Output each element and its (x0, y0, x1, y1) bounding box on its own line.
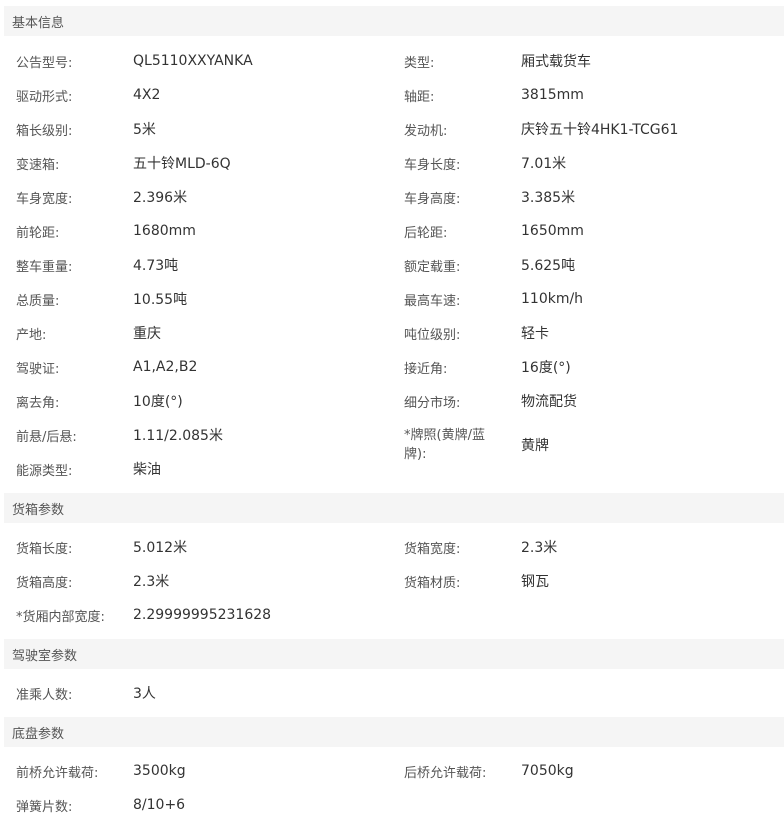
spec-label: 驱动形式: (16, 89, 73, 105)
spec-label: 准乘人数: (16, 687, 73, 703)
spec-value: 5.012米 (133, 540, 188, 556)
spec-value: 1680mm (133, 223, 196, 239)
spec-value: 4.73吨 (133, 258, 179, 274)
spec-row: 离去角: 10度(°) 细分市场: 物流配货 (0, 384, 784, 418)
spec-label: 离去角: (16, 395, 60, 411)
spec-value: 8/10+6 (133, 797, 186, 813)
spec-value: 2.3米 (133, 574, 170, 590)
spec-value: 10.55吨 (133, 292, 188, 308)
spec-row: 能源类型: 柴油 (0, 452, 784, 486)
spec-row: 货箱高度: 2.3米 货箱材质: 钢瓦 (0, 564, 784, 598)
spec-label: 后桥允许载荷: (404, 765, 487, 781)
spec-label: 发动机: (404, 123, 448, 139)
spec-label: 细分市场: (404, 395, 461, 411)
spec-label: 弹簧片数: (16, 799, 73, 815)
spec-value: 2.396米 (133, 190, 188, 206)
spec-label: 公告型号: (16, 55, 73, 71)
spec-label: 车身长度: (404, 157, 461, 173)
spec-label: 整车重量: (16, 259, 73, 275)
spec-row: 整车重量: 4.73吨 额定载重: 5.625吨 (0, 248, 784, 282)
spec-label: 驾驶证: (16, 361, 60, 377)
spec-value: QL5110XXYANKA (133, 53, 253, 69)
spec-value: 1650mm (521, 223, 584, 239)
spec-row: 驾驶证: A1,A2,B2 接近角: 16度(°) (0, 350, 784, 384)
spec-row: 弹簧片数: 8/10+6 (0, 788, 784, 822)
spec-label: 前桥允许载荷: (16, 765, 99, 781)
spec-label: 能源类型: (16, 463, 73, 479)
spec-row: 产地: 重庆 吨位级别: 轻卡 (0, 316, 784, 350)
section-title: 底盘参数 (12, 726, 65, 742)
spec-label: 箱长级别: (16, 123, 73, 139)
spec-label: 接近角: (404, 361, 448, 377)
spec-row: 驱动形式: 4X2 轴距: 3815mm (0, 78, 784, 112)
spec-label: 货箱长度: (16, 541, 73, 557)
spec-row: 前桥允许载荷: 3500kg 后桥允许载荷: 7050kg (0, 754, 784, 788)
spec-value: 3500kg (133, 763, 186, 779)
spec-label: 货箱高度: (16, 575, 73, 591)
section-title: 货箱参数 (12, 502, 65, 518)
spec-value: 轻卡 (521, 326, 549, 342)
spec-row: 箱长级别: 5米 发动机: 庆铃五十铃4HK1-TCG61 (0, 112, 784, 146)
spec-value: A1,A2,B2 (133, 359, 198, 375)
section-title: 基本信息 (12, 15, 65, 31)
spec-label: 类型: (404, 55, 435, 71)
section-header-chassis: 底盘参数 (4, 717, 784, 747)
spec-label: 前悬/后悬: (16, 429, 77, 445)
spec-row: 前轮距: 1680mm 后轮距: 1650mm (0, 214, 784, 248)
spec-value: 柴油 (133, 462, 161, 478)
spec-label: 车身高度: (404, 191, 461, 207)
spec-value: 物流配货 (521, 394, 577, 410)
spec-value: 3.385米 (521, 190, 576, 206)
spec-label: 产地: (16, 327, 47, 343)
spec-label: 最高车速: (404, 293, 461, 309)
spec-page: 基本信息 公告型号: QL5110XXYANKA 类型: 厢式载货车 驱动形式:… (0, 0, 784, 821)
spec-label: 吨位级别: (404, 327, 461, 343)
spec-value: 3人 (133, 686, 156, 702)
spec-value: 1.11/2.085米 (133, 428, 223, 444)
spec-label: 轴距: (404, 89, 435, 105)
spec-label: 前轮距: (16, 225, 60, 241)
spec-row: 前悬/后悬: 1.11/2.085米 *牌照(黄牌/蓝牌): 黄牌 (0, 418, 784, 462)
spec-row: 车身宽度: 2.396米 车身高度: 3.385米 (0, 180, 784, 214)
spec-label: 额定载重: (404, 259, 461, 275)
spec-label: 车身宽度: (16, 191, 73, 207)
spec-label: 货箱材质: (404, 575, 461, 591)
spec-label: *货厢内部宽度: (16, 609, 105, 625)
spec-value: 2.29999995231628 (133, 607, 272, 623)
spec-row: *货厢内部宽度: 2.29999995231628 (0, 598, 784, 632)
spec-row: 货箱长度: 5.012米 货箱宽度: 2.3米 (0, 530, 784, 564)
spec-value: 4X2 (133, 87, 161, 103)
section-header-cab: 驾驶室参数 (4, 639, 784, 669)
spec-value: 7050kg (521, 763, 574, 779)
spec-row: 变速箱: 五十铃MLD-6Q 车身长度: 7.01米 (0, 146, 784, 180)
spec-row: 准乘人数: 3人 (0, 676, 784, 710)
spec-value: 110km/h (521, 291, 584, 307)
spec-value: 厢式载货车 (521, 54, 591, 70)
section-title: 驾驶室参数 (12, 648, 78, 664)
spec-value: 钢瓦 (521, 574, 549, 590)
spec-value: 16度(°) (521, 360, 571, 376)
spec-label: 后轮距: (404, 225, 448, 241)
spec-value: 五十铃MLD-6Q (133, 156, 231, 172)
section-header-basic-info: 基本信息 (4, 6, 784, 36)
spec-value: 3815mm (521, 87, 584, 103)
section-header-cargo-box: 货箱参数 (4, 493, 784, 523)
spec-row: 公告型号: QL5110XXYANKA 类型: 厢式载货车 (0, 44, 784, 78)
spec-value: 重庆 (133, 326, 161, 342)
spec-value: 5米 (133, 122, 156, 138)
spec-value: 5.625吨 (521, 258, 576, 274)
spec-value: 10度(°) (133, 394, 183, 410)
spec-label: 总质量: (16, 293, 60, 309)
spec-label: 货箱宽度: (404, 541, 461, 557)
spec-label: 变速箱: (16, 157, 60, 173)
spec-value: 2.3米 (521, 540, 558, 556)
spec-value: 7.01米 (521, 156, 567, 172)
spec-value: 庆铃五十铃4HK1-TCG61 (521, 122, 679, 138)
spec-row: 总质量: 10.55吨 最高车速: 110km/h (0, 282, 784, 316)
